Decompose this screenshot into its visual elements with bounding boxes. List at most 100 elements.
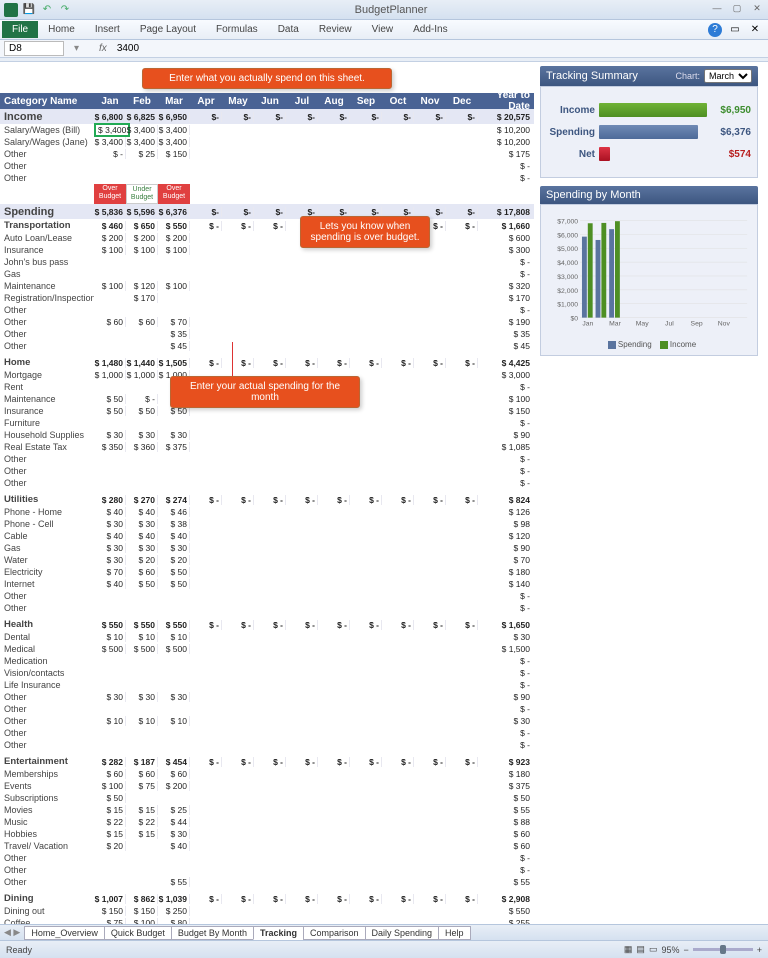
table-row[interactable]: Coffee$ 75$ 100$ 80$ 255 <box>0 917 534 924</box>
sheet-tab-quick-budget[interactable]: Quick Budget <box>104 926 172 940</box>
ribbon-tab-page-layout[interactable]: Page Layout <box>130 21 206 38</box>
cell[interactable]: $ - <box>350 495 382 505</box>
cell[interactable]: $ 500 <box>158 644 190 654</box>
save-icon[interactable]: 💾 <box>22 3 36 17</box>
cell[interactable]: $ 60 <box>158 769 190 779</box>
table-row[interactable]: Home$ 1,480$ 1,440$ 1,505$ -$ -$ -$ -$ -… <box>0 356 534 369</box>
cell[interactable]: $ 150 <box>126 906 158 916</box>
cell[interactable]: $ 550 <box>94 620 126 630</box>
cell[interactable]: $ 200 <box>126 233 158 243</box>
cell[interactable]: $ - <box>414 894 446 904</box>
cell[interactable]: $ 1,480 <box>94 358 126 368</box>
cell[interactable]: $ 22 <box>126 817 158 827</box>
table-row[interactable]: John's bus pass$ - <box>0 256 534 268</box>
cell[interactable]: $ - <box>286 495 318 505</box>
close-icon[interactable]: ✕ <box>750 3 764 17</box>
cell[interactable]: $ 100 <box>94 781 126 791</box>
cell[interactable]: $- <box>382 207 414 217</box>
cell[interactable]: $ - <box>414 495 446 505</box>
table-row[interactable]: Other$ - <box>0 864 534 876</box>
ribbon-tab-add-ins[interactable]: Add-Ins <box>403 21 457 38</box>
cell[interactable]: $ - <box>190 495 222 505</box>
table-row[interactable]: Phone - Home$ 40$ 40$ 46$ 126 <box>0 506 534 518</box>
table-row[interactable]: Other$ - <box>0 739 534 751</box>
cell[interactable]: $ 150 <box>158 149 190 159</box>
cell[interactable]: $ - <box>254 620 286 630</box>
cell[interactable]: $ 30 <box>94 519 126 529</box>
table-row[interactable]: Other$ -$ 25$ 150$ 175 <box>0 148 534 160</box>
cell[interactable]: $ 30 <box>126 519 158 529</box>
table-row[interactable]: Subscriptions$ 50$ 50 <box>0 792 534 804</box>
table-row[interactable]: Travel/ Vacation$ 20$ 40$ 60 <box>0 840 534 852</box>
cell[interactable]: $ - <box>190 757 222 767</box>
cell[interactable]: $ 44 <box>158 817 190 827</box>
cell[interactable]: $ 20 <box>126 555 158 565</box>
cell[interactable]: $ 25 <box>158 805 190 815</box>
cell[interactable]: $ 1,505 <box>158 358 190 368</box>
sheet-tab-home-overview[interactable]: Home_Overview <box>24 926 105 940</box>
cell[interactable]: $ 187 <box>126 757 158 767</box>
cell[interactable]: $ - <box>254 894 286 904</box>
cell[interactable]: $ 15 <box>126 805 158 815</box>
cell[interactable]: $ 3,400 <box>94 125 126 135</box>
sheet-tab-budget-by-month[interactable]: Budget By Month <box>171 926 254 940</box>
cell[interactable]: $ - <box>190 358 222 368</box>
table-row[interactable]: Income$ 6,800$ 6,825$ 6,950$-$-$-$-$-$-$… <box>0 109 534 124</box>
cell[interactable]: $ - <box>254 358 286 368</box>
cell[interactable]: $ - <box>382 358 414 368</box>
table-row[interactable]: Dental$ 10$ 10$ 10$ 30 <box>0 631 534 643</box>
cell[interactable]: $ - <box>446 221 478 231</box>
cell[interactable]: $ 25 <box>126 149 158 159</box>
cell[interactable]: $ 650 <box>126 221 158 231</box>
cell[interactable]: $ 30 <box>158 543 190 553</box>
table-row[interactable]: Other$ - <box>0 703 534 715</box>
cell[interactable]: $ 550 <box>158 620 190 630</box>
cell[interactable]: $ - <box>190 620 222 630</box>
cell[interactable]: $ 50 <box>94 406 126 416</box>
cell[interactable]: $ 6,800 <box>94 112 126 122</box>
cell[interactable]: $- <box>350 207 382 217</box>
cell[interactable]: $- <box>190 207 222 217</box>
cell[interactable]: $ - <box>286 620 318 630</box>
table-row[interactable]: Gas$ 30$ 30$ 30$ 90 <box>0 542 534 554</box>
cell[interactable]: $ 100 <box>158 281 190 291</box>
cell[interactable]: $ 3,400 <box>158 137 190 147</box>
cell[interactable]: $ 1,000 <box>126 370 158 380</box>
cell[interactable]: $ 30 <box>94 555 126 565</box>
cell[interactable]: $ 3,400 <box>158 125 190 135</box>
cell[interactable]: $ 270 <box>126 495 158 505</box>
cell[interactable]: $ 3,400 <box>94 137 126 147</box>
cell[interactable]: $ 350 <box>94 442 126 452</box>
table-row[interactable]: Other$ - <box>0 465 534 477</box>
cell[interactable]: $ 6,950 <box>158 112 190 122</box>
ribbon-tab-home[interactable]: Home <box>38 21 85 38</box>
cell[interactable]: $ 70 <box>94 567 126 577</box>
table-row[interactable]: Salary/Wages (Jane)$ 3,400$ 3,400$ 3,400… <box>0 136 534 148</box>
cell[interactable]: $ 200 <box>158 781 190 791</box>
cell[interactable]: $ 40 <box>94 579 126 589</box>
cell[interactable]: $ 10 <box>158 716 190 726</box>
sheet-tab-daily-spending[interactable]: Daily Spending <box>365 926 440 940</box>
sheet-tab-tracking[interactable]: Tracking <box>253 926 304 940</box>
maximize-icon[interactable]: ▢ <box>730 3 744 17</box>
cell[interactable]: $ 100 <box>94 245 126 255</box>
cell[interactable]: $ 22 <box>94 817 126 827</box>
cell[interactable]: $ - <box>254 757 286 767</box>
table-row[interactable]: Water$ 30$ 20$ 20$ 70 <box>0 554 534 566</box>
table-row[interactable]: Life Insurance$ - <box>0 679 534 691</box>
cell[interactable]: $- <box>350 112 382 122</box>
table-row[interactable]: Other$ - <box>0 304 534 316</box>
cell[interactable]: $- <box>222 112 254 122</box>
cell[interactable]: $- <box>318 112 350 122</box>
table-row[interactable]: Transportation$ 460$ 650$ 550$ -$ -$ -$ … <box>0 219 534 232</box>
cell[interactable]: $- <box>286 207 318 217</box>
cell[interactable]: $ - <box>94 149 126 159</box>
cell[interactable]: $ - <box>222 894 254 904</box>
zoom-out-icon[interactable]: − <box>683 945 688 955</box>
table-row[interactable]: Real Estate Tax$ 350$ 360$ 375$ 1,085 <box>0 441 534 453</box>
window-close-icon[interactable]: ✕ <box>748 23 762 37</box>
undo-icon[interactable]: ↶ <box>40 3 54 17</box>
table-row[interactable]: Internet$ 40$ 50$ 50$ 140 <box>0 578 534 590</box>
cell[interactable]: $ 15 <box>126 829 158 839</box>
cell[interactable]: $ 1,440 <box>126 358 158 368</box>
